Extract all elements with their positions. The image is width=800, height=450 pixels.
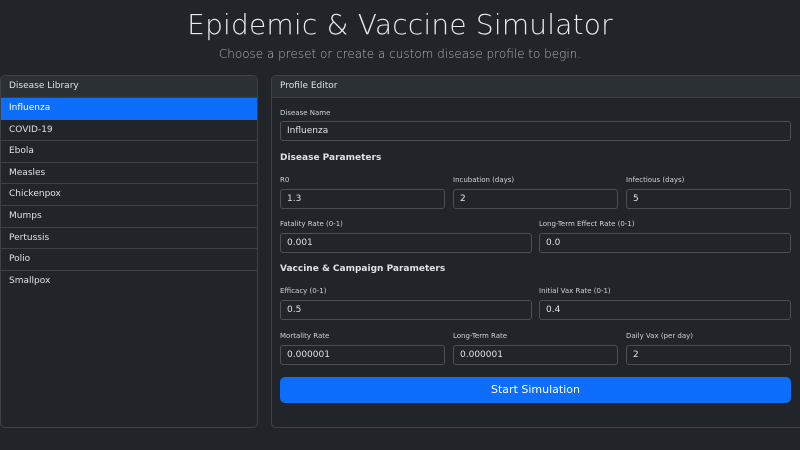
library-item-ebola[interactable]: Ebola <box>1 141 257 163</box>
infectious-label: Infectious (days) <box>626 176 685 184</box>
long-term-rate-label: Long-Term Rate <box>453 332 508 340</box>
disease-library-panel: Disease Library Influenza COVID-19 Ebola… <box>0 75 258 428</box>
library-item-mumps[interactable]: Mumps <box>1 206 257 228</box>
disease-name-input[interactable]: Influenza <box>280 121 791 141</box>
incubation-label: Incubation (days) <box>453 176 515 184</box>
mortality-rate-input[interactable]: 0.000001 <box>280 345 445 365</box>
library-item-pertussis[interactable]: Pertussis <box>1 228 257 250</box>
library-item-polio[interactable]: Polio <box>1 249 257 271</box>
daily-vax-input[interactable]: 2 <box>626 345 791 365</box>
profile-editor-header: Profile Editor <box>272 76 800 98</box>
fatality-rate-input[interactable]: 0.001 <box>280 233 532 253</box>
efficacy-input[interactable]: 0.5 <box>280 300 532 320</box>
initial-vax-rate-label: Initial Vax Rate (0-1) <box>539 287 611 295</box>
long-term-effect-rate-input[interactable]: 0.0 <box>539 233 791 253</box>
library-item-measles[interactable]: Measles <box>1 163 257 185</box>
start-simulation-button[interactable]: Start Simulation <box>280 377 791 403</box>
library-item-chickenpox[interactable]: Chickenpox <box>1 184 257 206</box>
mortality-rate-label: Mortality Rate <box>280 332 330 340</box>
library-item-covid-19[interactable]: COVID-19 <box>1 120 257 142</box>
disease-parameters-heading: Disease Parameters <box>280 153 382 163</box>
vaccine-parameters-heading: Vaccine & Campaign Parameters <box>280 264 446 274</box>
infectious-input[interactable]: 5 <box>626 189 791 209</box>
library-item-influenza[interactable]: Influenza <box>1 98 257 120</box>
page-subtitle: Choose a preset or create a custom disea… <box>218 47 582 61</box>
long-term-rate-input[interactable]: 0.000001 <box>453 345 618 365</box>
r0-input[interactable]: 1.3 <box>280 189 445 209</box>
library-item-smallpox[interactable]: Smallpox <box>1 271 257 293</box>
long-term-effect-rate-label: Long-Term Effect Rate (0-1) <box>539 220 635 228</box>
disease-name-label: Disease Name <box>280 109 331 117</box>
incubation-input[interactable]: 2 <box>453 189 618 209</box>
r0-label: R0 <box>280 176 290 184</box>
page-title: Epidemic & Vaccine Simulator <box>187 8 613 41</box>
initial-vax-rate-input[interactable]: 0.4 <box>539 300 791 320</box>
daily-vax-label: Daily Vax (per day) <box>626 332 694 340</box>
efficacy-label: Efficacy (0-1) <box>280 287 327 295</box>
fatality-rate-label: Fatality Rate (0-1) <box>280 220 343 228</box>
disease-library-header: Disease Library <box>1 76 257 98</box>
